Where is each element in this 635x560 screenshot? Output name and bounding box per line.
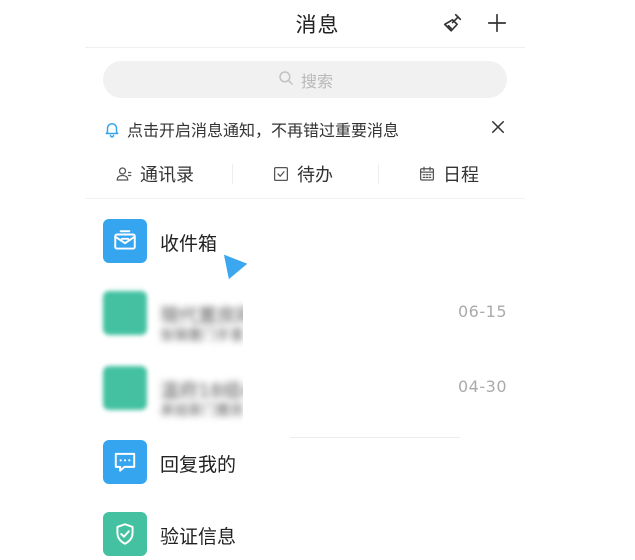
shortcut-divider <box>378 164 379 184</box>
inbox-avatar <box>103 219 147 263</box>
replies-avatar <box>103 440 147 484</box>
broom-icon[interactable] <box>440 10 466 36</box>
calendar-icon <box>419 166 435 181</box>
shortcut-divider-line <box>85 198 525 199</box>
inbox-icon <box>114 230 136 250</box>
search-placeholder: 搜索 <box>300 71 333 91</box>
conversation-avatar <box>103 366 147 410</box>
shortcut-label: 通讯录 <box>140 165 194 186</box>
item-title: 收件箱 <box>160 233 218 255</box>
shortcut-contacts[interactable]: 通讯录 <box>115 156 194 192</box>
close-icon[interactable] <box>489 118 509 138</box>
conversation-avatar <box>103 291 147 335</box>
list-item-replies[interactable]: 回复我的 <box>103 440 523 496</box>
notification-text: 点击开启消息通知，不再错过重要消息 <box>127 121 400 140</box>
shortcut-label: 日程 <box>443 165 479 186</box>
search-icon <box>277 69 295 91</box>
item-preview: 承旭家门置房 <box>160 403 244 419</box>
header-divider <box>85 47 525 48</box>
verification-avatar <box>103 512 147 556</box>
item-title: 验证信息 <box>160 526 237 548</box>
shortcut-todo[interactable]: 待办 <box>272 156 333 192</box>
list-item-verification[interactable]: 验证信息 <box>103 512 523 560</box>
shortcut-schedule[interactable]: 日程 <box>418 156 479 192</box>
search-bar[interactable]: 搜索 <box>103 61 507 98</box>
list-item-conversation[interactable]: 温府18组4-6 承旭家门置房 04-30 <box>103 366 523 422</box>
page-title: 消息 <box>295 13 340 37</box>
shortcut-divider <box>232 164 233 184</box>
shortcut-row: 通讯录 待办 日程 <box>100 156 520 192</box>
list-item-conversation[interactable]: 現代置房网 张锦置门手里 06-15 <box>103 291 523 347</box>
shortcut-label: 待办 <box>297 165 333 186</box>
contacts-icon <box>116 167 132 181</box>
item-title: 現代置房网 <box>160 305 256 327</box>
comment-icon <box>114 452 136 472</box>
notification-banner[interactable]: 点击开启消息通知，不再错过重要消息 <box>103 114 513 144</box>
plus-icon[interactable] <box>484 10 510 36</box>
shield-check-icon <box>116 523 134 545</box>
item-title: 回复我的 <box>160 454 237 476</box>
item-preview: 张锦置门手里 <box>160 328 244 344</box>
header: 消息 <box>0 0 635 46</box>
screenshot-mask <box>243 254 303 444</box>
item-time: 06-15 <box>458 302 507 321</box>
messages-page: 消息 搜索 点击开启消息通知，不再错过重要消息 通讯录 待办 日程 收件箱 現代… <box>0 0 635 560</box>
list-divider <box>290 437 460 438</box>
list-item-inbox[interactable]: 收件箱 <box>103 219 523 275</box>
item-time: 04-30 <box>458 377 507 396</box>
bell-icon <box>105 123 119 138</box>
checkbox-icon <box>273 166 289 182</box>
